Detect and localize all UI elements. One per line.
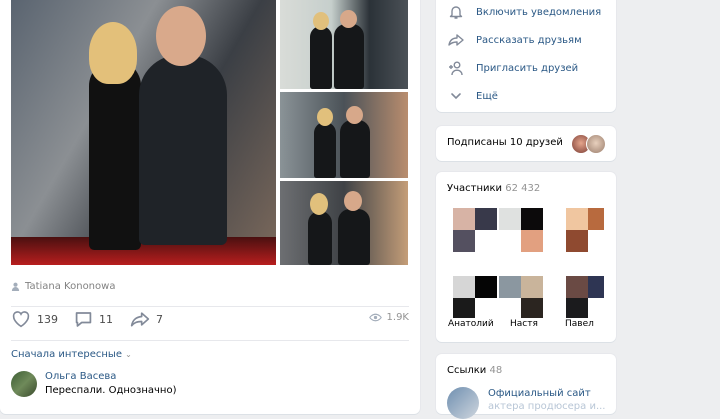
avatar[interactable]	[499, 208, 521, 230]
photo-figure	[139, 55, 227, 245]
friends-subscribed[interactable]: Подписаны 10 друзей	[436, 126, 616, 161]
photo-figure	[334, 24, 364, 89]
post-card: Tatiana Kononowa 139 11 7 1.9K Сначала и…	[0, 0, 420, 414]
photo-figure	[344, 191, 362, 211]
menu-item-notifications[interactable]: Включить уведомления	[448, 4, 601, 20]
photo-figure	[340, 10, 357, 28]
members-count: 62 432	[505, 183, 541, 194]
members-title-label: Участники	[447, 183, 503, 194]
avatar[interactable]	[453, 298, 475, 318]
photo-figure	[89, 22, 137, 84]
photo-figure	[310, 193, 328, 215]
avatar[interactable]	[566, 298, 588, 318]
photo-figure	[314, 122, 336, 178]
avatar[interactable]	[475, 208, 497, 230]
photo-figure	[156, 6, 206, 66]
avatar[interactable]	[566, 230, 588, 252]
comment-sort-dropdown[interactable]: Сначала интересные ⌄	[11, 349, 132, 360]
comment-count: 11	[99, 312, 113, 326]
avatar[interactable]	[521, 230, 543, 252]
divider	[11, 306, 409, 307]
links-block: Ссылки 48 Официальный сайт актера продюс…	[436, 354, 616, 419]
author-credit[interactable]: Tatiana Kononowa	[11, 281, 115, 292]
photo-figure	[308, 211, 332, 265]
link-item[interactable]: Официальный сайт актера продюсера и...	[488, 387, 608, 413]
avatar[interactable]	[475, 276, 497, 298]
link-title: Официальный сайт	[488, 388, 591, 399]
photo-figure	[340, 120, 370, 178]
view-count: 1.9K	[386, 312, 409, 323]
links-count: 48	[489, 365, 503, 376]
comment-sort-label: Сначала интересные	[11, 349, 122, 360]
avatar[interactable]	[521, 276, 543, 298]
avatar[interactable]	[566, 276, 588, 298]
menu-item-invite[interactable]: Пригласить друзей	[448, 60, 578, 76]
author-credit-label: Tatiana Kononowa	[25, 281, 116, 292]
avatar[interactable]	[453, 208, 475, 230]
links-title-label: Ссылки	[447, 365, 487, 376]
chevron-down-icon	[451, 93, 461, 100]
user-icon	[11, 282, 20, 291]
add-user-icon	[449, 61, 463, 76]
comment-icon	[75, 312, 92, 327]
avatar[interactable]	[588, 208, 604, 230]
members-block: Участники 62 432 Анатолий Настя Павел	[436, 172, 616, 342]
member-name[interactable]: Павел	[565, 319, 594, 329]
members-title[interactable]: Участники 62 432	[447, 183, 540, 194]
post-photo-main[interactable]	[11, 0, 276, 265]
member-name[interactable]: Настя	[510, 319, 538, 329]
avatar[interactable]	[499, 298, 521, 318]
avatar[interactable]	[499, 276, 521, 298]
share-button[interactable]: 7	[130, 310, 163, 328]
like-button[interactable]: 139	[11, 310, 58, 328]
menu-item-label: Включить уведомления	[476, 6, 602, 18]
post-photo-thumb[interactable]	[280, 92, 408, 178]
link-subtitle: актера продюсера и...	[488, 401, 606, 412]
links-title[interactable]: Ссылки 48	[447, 365, 502, 376]
share-arrow-icon	[130, 312, 150, 327]
photo-figure	[346, 106, 363, 124]
avatar[interactable]	[453, 276, 475, 298]
comment-text: Переспали. Однозначно)	[45, 385, 177, 396]
avatar[interactable]	[566, 208, 588, 230]
avatar[interactable]	[453, 230, 475, 252]
friends-subscribed-label: Подписаны 10 друзей	[447, 137, 563, 148]
menu-item-label: Ещё	[476, 90, 498, 102]
like-count: 139	[37, 312, 58, 326]
divider	[11, 340, 409, 341]
post-actions: 139 11 7 1.9K	[11, 310, 409, 330]
heart-icon	[12, 311, 30, 328]
bell-icon	[449, 6, 463, 19]
photo-figure	[338, 209, 370, 265]
avatar[interactable]	[499, 230, 521, 252]
photo-figure	[89, 60, 141, 250]
chevron-down-icon: ⌄	[125, 350, 132, 359]
group-actions-menu: Включить уведомления Рассказать друзьям …	[436, 0, 616, 112]
post-photo-thumb[interactable]	[280, 0, 408, 89]
menu-item-label: Рассказать друзьям	[476, 34, 582, 46]
menu-item-label: Пригласить друзей	[476, 62, 579, 74]
link-thumbnail[interactable]	[447, 387, 479, 419]
member-name[interactable]: Анатолий	[448, 319, 494, 329]
menu-item-more[interactable]: Ещё	[448, 88, 498, 104]
share-arrow-icon	[448, 34, 464, 46]
menu-item-share[interactable]: Рассказать друзьям	[448, 32, 582, 48]
comment-button[interactable]: 11	[74, 310, 113, 328]
share-count: 7	[156, 312, 163, 326]
photo-figure	[313, 12, 329, 30]
view-counter: 1.9K	[368, 312, 409, 323]
avatar[interactable]	[475, 230, 497, 252]
avatar[interactable]	[521, 208, 543, 230]
post-photo-thumb[interactable]	[280, 181, 408, 265]
photo-figure	[317, 108, 333, 126]
comment-author[interactable]: Ольга Васева	[45, 371, 116, 382]
avatar[interactable]	[588, 276, 604, 298]
avatar[interactable]	[11, 371, 37, 397]
avatar[interactable]	[586, 134, 606, 154]
eye-icon	[368, 313, 382, 322]
photo-figure	[310, 26, 332, 89]
avatar[interactable]	[521, 298, 543, 318]
